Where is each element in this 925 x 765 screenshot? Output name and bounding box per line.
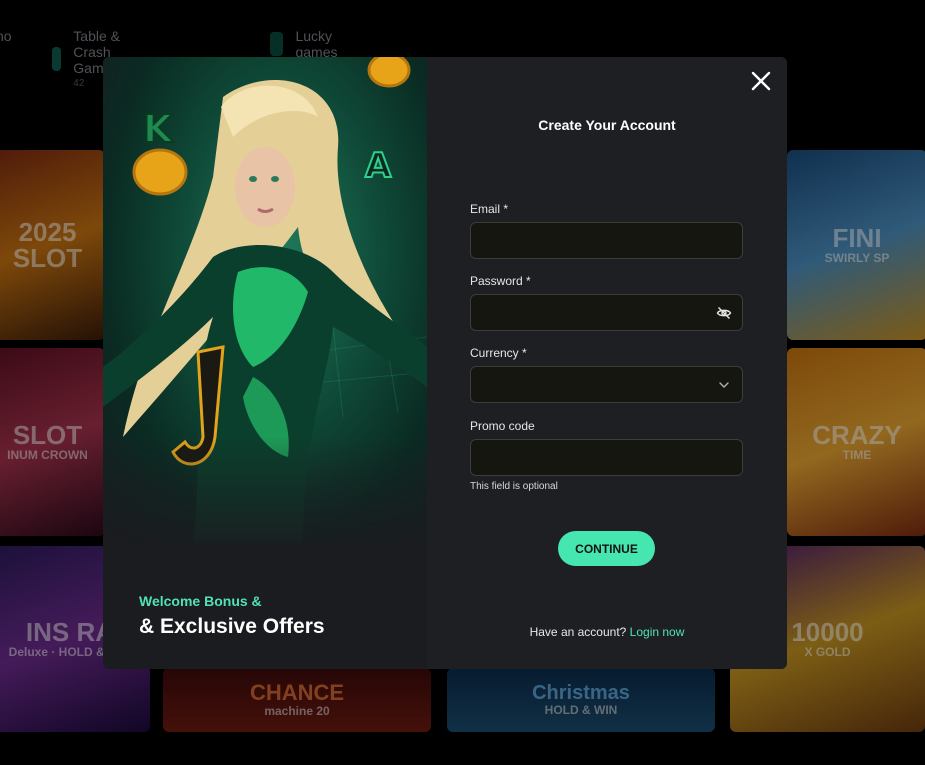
- promo-code-input[interactable]: [471, 440, 742, 475]
- password-field-group: Password *: [470, 274, 743, 331]
- promo-code-hint: This field is optional: [470, 481, 558, 492]
- currency-dropdown-toggle[interactable]: [716, 377, 732, 393]
- promo-text: Welcome Bonus & & Exclusive Offers: [139, 593, 325, 639]
- login-prompt-row: Have an account? Login now: [427, 625, 787, 639]
- password-label: Password *: [470, 274, 531, 288]
- password-visibility-toggle[interactable]: [716, 305, 732, 321]
- close-icon: [751, 71, 771, 91]
- currency-label: Currency *: [470, 346, 527, 360]
- promo-illustration: K A: [103, 57, 427, 557]
- password-input-box: [470, 294, 743, 331]
- signup-form: Create Your Account Email * Password * C…: [427, 57, 787, 669]
- eye-off-icon: [716, 306, 732, 319]
- promo-code-label: Promo code: [470, 419, 535, 433]
- close-button[interactable]: [749, 69, 773, 93]
- login-link[interactable]: Login now: [630, 625, 685, 639]
- promo-code-input-box: [470, 439, 743, 476]
- svg-text:A: A: [365, 146, 392, 186]
- promo-kicker: Welcome Bonus &: [139, 593, 262, 609]
- email-input-box: [470, 222, 743, 259]
- signup-modal: K A Welcome Bonus & & Exclusive Offers C…: [103, 57, 787, 669]
- password-input[interactable]: [471, 295, 742, 330]
- form-title: Create Your Account: [538, 117, 676, 133]
- svg-text:K: K: [143, 107, 174, 151]
- currency-select[interactable]: [470, 366, 743, 403]
- chevron-down-icon: [719, 381, 729, 388]
- promo-title: & Exclusive Offers: [139, 615, 325, 638]
- email-input[interactable]: [471, 223, 742, 258]
- promo-field-group: Promo code This field is optional: [470, 419, 743, 492]
- continue-button[interactable]: CONTINUE: [558, 531, 655, 566]
- login-prompt-text: Have an account?: [529, 625, 627, 639]
- currency-field-group: Currency *: [470, 346, 743, 403]
- email-label: Email *: [470, 202, 509, 216]
- promo-fade: [103, 437, 427, 557]
- promo-panel: K A Welcome Bonus & & Exclusive Offers: [103, 57, 427, 669]
- email-field-group: Email *: [470, 202, 743, 259]
